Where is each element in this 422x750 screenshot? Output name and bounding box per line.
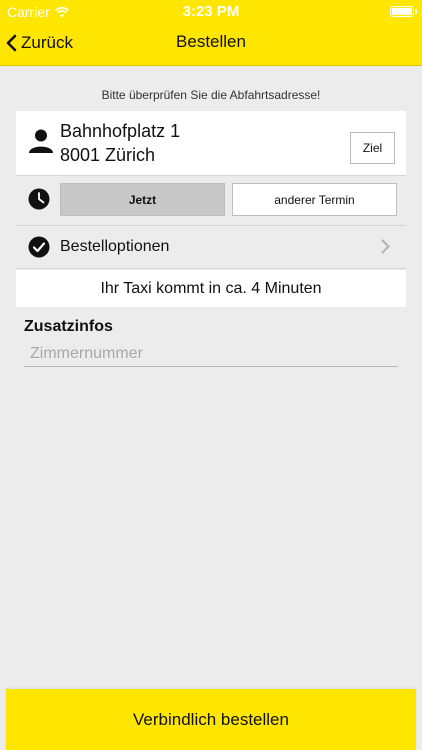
eta-banner: Ihr Taxi kommt in ca. 4 Minuten [16,270,406,307]
checkmark-circle-icon [28,236,50,258]
time-now-option[interactable]: Jetzt [60,183,225,216]
divider [16,268,406,269]
navigation-bar: Carrier 3:23 PM Zurück Bestellen [0,0,422,66]
order-options-row[interactable]: Bestelloptionen [16,226,406,268]
additional-info-heading: Zusatzinfos [24,318,113,335]
destination-button[interactable]: Ziel [350,132,395,164]
chevron-right-icon [381,239,390,254]
eta-text: Ihr Taxi kommt in ca. 4 Minuten [100,279,322,297]
clock-icon [28,188,50,210]
pickup-street: Bahnhofplatz 1 [60,121,181,141]
room-number-input[interactable] [24,341,398,367]
battery-icon [390,6,417,17]
time-other-option[interactable]: anderer Termin [232,183,397,216]
address-hint: Bitte überprüfen Sie die Abfahrtsadresse… [101,88,321,102]
pickup-city: 8001 Zürich [60,145,156,165]
place-order-button[interactable]: Verbindlich bestellen [6,689,416,750]
time-selector: Jetzt anderer Termin [16,176,406,224]
person-icon [29,129,53,153]
status-time: 3:23 PM [182,3,240,20]
page-title: Bestellen [176,32,246,51]
order-options-label: Bestelloptionen [60,238,170,255]
pickup-address-card: Bahnhofplatz 1 8001 Zürich Ziel [16,111,406,175]
status-bar: Carrier 3:23 PM [0,0,422,22]
